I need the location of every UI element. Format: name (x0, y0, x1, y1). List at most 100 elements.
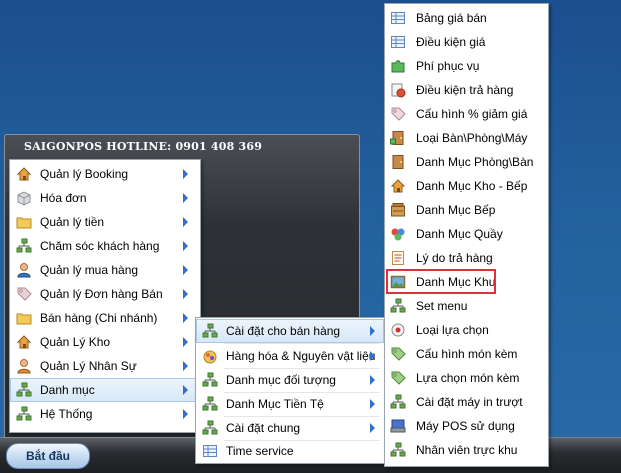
goods-icon (202, 348, 218, 364)
menu-item-label: Chăm sóc khách hàng (40, 239, 160, 253)
user-icon (16, 358, 32, 374)
menu-item-cham-soc-khach-hang[interactable]: Chăm sóc khách hàng (10, 234, 200, 258)
menu-item-label: Danh Mục Bếp (416, 203, 496, 217)
table-icon (390, 34, 406, 50)
menu-item-may-pos-su-dung[interactable]: Máy POS sử dụng (385, 414, 548, 438)
submenu-arrow-icon (183, 241, 188, 251)
submenu-arrow-icon (370, 326, 375, 336)
network-icon (202, 396, 218, 412)
menu-item-quan-ly-mua-hang[interactable]: Quản lý mua hàng (10, 258, 200, 282)
menu-item-label: Danh Mục Tiền Tệ (226, 397, 324, 411)
menu-item-label: Danh Mục Quầy (416, 227, 503, 241)
menu-item-loai-lua-chon[interactable]: Loại lựa chọn (385, 318, 548, 342)
pos-icon (390, 418, 406, 434)
menu-item-time-service[interactable]: Time service (196, 439, 384, 463)
submenu-arrow-icon (183, 337, 188, 347)
tag-icon (390, 370, 406, 386)
menu-item-loai-ban-phong-may[interactable]: Loại Bàn\Phòng\Máy (385, 126, 548, 150)
box-icon (16, 190, 32, 206)
table-icon (202, 443, 218, 459)
puzzle-icon (390, 58, 406, 74)
menu-item-danh-muc-kho-bep[interactable]: Danh Mục Kho - Bếp (385, 174, 548, 198)
submenu-arrow-icon (183, 361, 188, 371)
house-icon (16, 166, 32, 182)
menu-item-label: Hàng hóa & Nguyên vật liệu (226, 349, 376, 363)
menu-item-hoa-don[interactable]: Hóa đơn (10, 186, 200, 210)
submenu-arrow-icon (183, 313, 188, 323)
menu-item-label: Danh Mục Kho - Bếp (416, 179, 528, 193)
menu-item-label: Hệ Thống (40, 407, 93, 421)
menu-item-ban-hang-chi-nhanh[interactable]: Bán hàng (Chi nhánh) (10, 306, 200, 330)
return-icon (390, 82, 406, 98)
menu-item-quan-ly-don-hang-ban[interactable]: Quản lý Đơn hàng Bán (10, 282, 200, 306)
menu-item-quan-ly-nhan-su[interactable]: Quản Lý Nhân Sự (10, 354, 200, 378)
network-icon (202, 372, 218, 388)
menu-item-he-thong[interactable]: Hệ Thống (10, 402, 200, 426)
door-icon (390, 154, 406, 170)
menu-item-label: Quản lý Booking (40, 167, 129, 181)
menu-item-label: Quản Lý Kho (40, 335, 111, 349)
folder-icon (16, 214, 32, 230)
door-icon (390, 130, 406, 146)
menu-item-danh-muc-phong-ban[interactable]: Danh Mục Phòng\Bàn (385, 150, 548, 174)
network-icon (16, 238, 32, 254)
menu-item-quan-ly-kho[interactable]: Quản Lý Kho (10, 330, 200, 354)
list-icon (390, 250, 406, 266)
menu-item-danh-muc-bep[interactable]: Danh Mục Bếp (385, 198, 548, 222)
submenu-arrow-icon (183, 289, 188, 299)
submenu-arrow-icon (183, 265, 188, 275)
network-icon (16, 382, 32, 398)
menu-item-lua-chon-mon-kem[interactable]: Lựa chọn món kèm (385, 366, 548, 390)
network-icon (202, 420, 218, 436)
menu-item-set-menu[interactable]: Set menu (385, 294, 548, 318)
menu-item-danh-muc-doi-tuong[interactable]: Danh mục đối tượng (196, 368, 384, 392)
submenu-arrow-icon (370, 423, 375, 433)
menu-item-cai-dat-chung[interactable]: Cài đặt chung (196, 416, 384, 440)
network-icon (202, 323, 218, 339)
submenu-arrow-icon (183, 193, 188, 203)
hotline-text: SAIGONPOS HOTLINE: 0901 408 369 (24, 140, 263, 153)
menu-item-label: Danh mục (40, 383, 95, 397)
stove-icon (390, 202, 406, 218)
menu-item-bang-gia-ban[interactable]: Bảng giá bán (385, 6, 548, 30)
menu-item-label: Quản lý Đơn hàng Bán (40, 287, 163, 301)
submenu-arrow-icon (370, 399, 375, 409)
radio-icon (390, 322, 406, 338)
menu-item-danh-muc-quay[interactable]: Danh Mục Quầy (385, 222, 548, 246)
counter-icon (390, 226, 406, 242)
menu-item-ly-do-tra-hang[interactable]: Lý do trả hàng (385, 246, 548, 270)
menu-item-nhan-vien-truc-khu[interactable]: Nhân viên trực khu (385, 438, 548, 462)
menu-item-danh-muc-tien-te[interactable]: Danh Mục Tiền Tệ (196, 392, 384, 416)
submenu-arrow-icon (183, 169, 188, 179)
menu-item-cai-dat-cho-ban-hang[interactable]: Cài đặt cho bán hàng (196, 319, 384, 343)
menu-item-cau-hinh-giam-gia[interactable]: Cấu hình % giảm giá (385, 102, 548, 126)
menu-item-quan-ly-tien[interactable]: Quản lý tiền (10, 210, 200, 234)
user-icon (16, 262, 32, 278)
start-button[interactable]: Bắt đầu (6, 443, 90, 469)
menu-item-label: Quản lý tiền (40, 215, 105, 229)
submenu-arrow-icon (183, 385, 188, 395)
menu-item-hang-hoa-nguyen-vat-lieu[interactable]: Hàng hóa & Nguyên vật liệu (196, 344, 384, 368)
network-icon (16, 406, 32, 422)
menu-item-quan-ly-booking[interactable]: Quản lý Booking (10, 162, 200, 186)
menu-item-label: Time service (226, 444, 294, 458)
menu-item-dieu-kien-tra-hang[interactable]: Điều kiện trả hàng (385, 78, 548, 102)
tag-icon (390, 346, 406, 362)
menu-item-cai-dat-may-in-truot[interactable]: Cài đặt máy in trượt (385, 390, 548, 414)
menu-item-label: Cài đặt máy in trượt (416, 395, 523, 409)
menu-item-dieu-kien-gia[interactable]: Điều kiện giá (385, 30, 548, 54)
menu-item-label: Điều kiện trả hàng (416, 83, 514, 97)
menu-item-cau-hinh-mon-kem[interactable]: Cấu hình món kèm (385, 342, 548, 366)
menu-item-label: Loại lựa chọn (416, 323, 489, 337)
network-icon (390, 394, 406, 410)
menu-item-danh-muc[interactable]: Danh mục (10, 378, 200, 402)
menu-item-label: Cấu hình % giảm giá (416, 107, 528, 121)
folder-icon (16, 310, 32, 326)
menu-item-label: Điều kiện giá (416, 35, 486, 49)
menu-item-label: Danh Mục Phòng\Bàn (416, 155, 534, 169)
menu-item-label: Cài đặt chung (226, 421, 301, 435)
menu-item-phi-phuc-vu[interactable]: Phí phục vụ (385, 54, 548, 78)
menu-item-label: Quản Lý Nhân Sự (40, 359, 137, 373)
tag-icon (16, 286, 32, 302)
network-icon (390, 442, 406, 458)
